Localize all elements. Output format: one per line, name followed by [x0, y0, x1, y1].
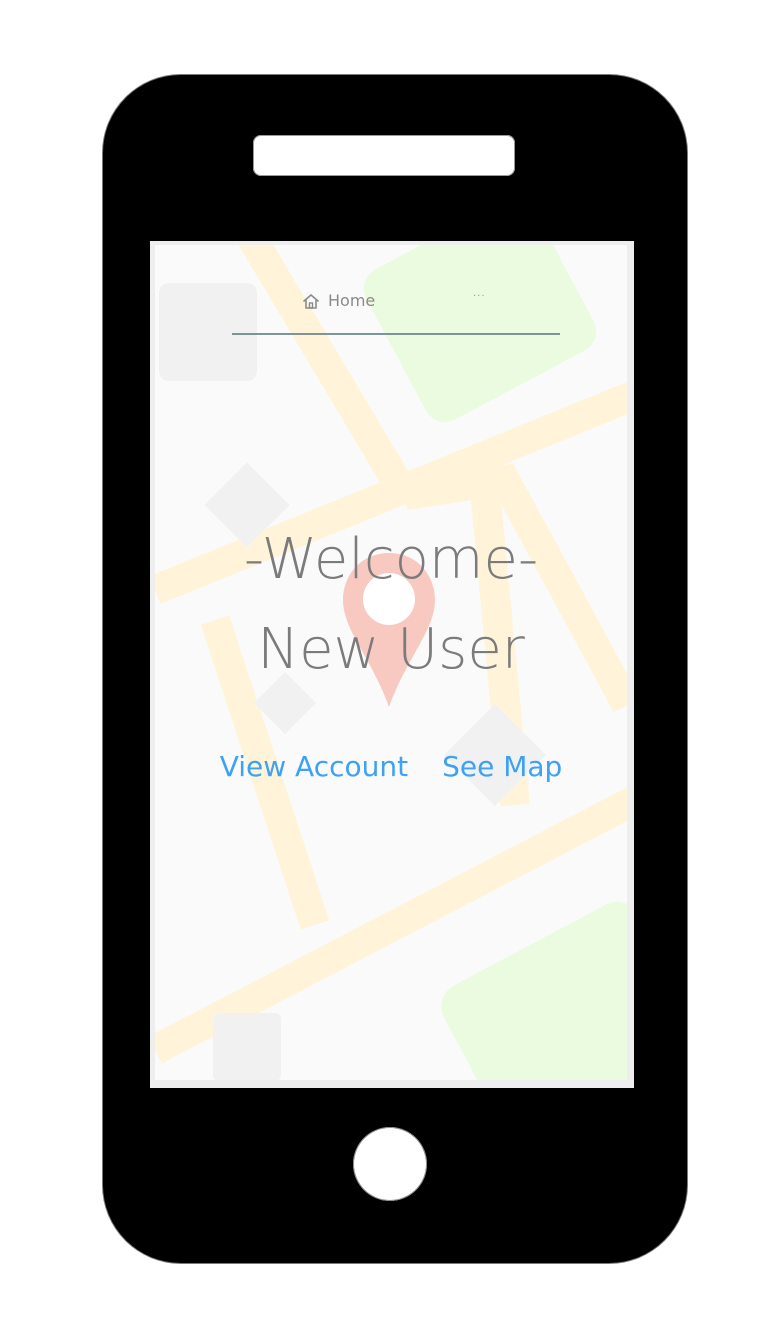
see-map-link[interactable]: See Map [442, 750, 562, 783]
welcome-line-2: New User [257, 617, 525, 682]
top-nav: Home ··· [232, 285, 560, 337]
phone-screen: Home ··· -Welcome- New User View Account… [150, 241, 634, 1088]
view-account-link[interactable]: View Account [220, 750, 408, 783]
nav-underline [232, 333, 560, 335]
app-viewport: Home ··· -Welcome- New User View Account… [155, 245, 627, 1080]
nav-more-menu[interactable]: ··· [473, 291, 486, 302]
stage: Home ··· -Welcome- New User View Account… [0, 0, 781, 1332]
phone-home-button [353, 1127, 427, 1201]
home-icon [302, 293, 320, 309]
welcome-heading: -Welcome- New User [155, 515, 627, 695]
action-links: View Account See Map [155, 750, 627, 783]
nav-home-label: Home [328, 291, 376, 310]
phone-speaker [253, 135, 515, 176]
welcome-line-1: -Welcome- [243, 527, 539, 592]
nav-home-link[interactable]: Home [302, 291, 375, 310]
